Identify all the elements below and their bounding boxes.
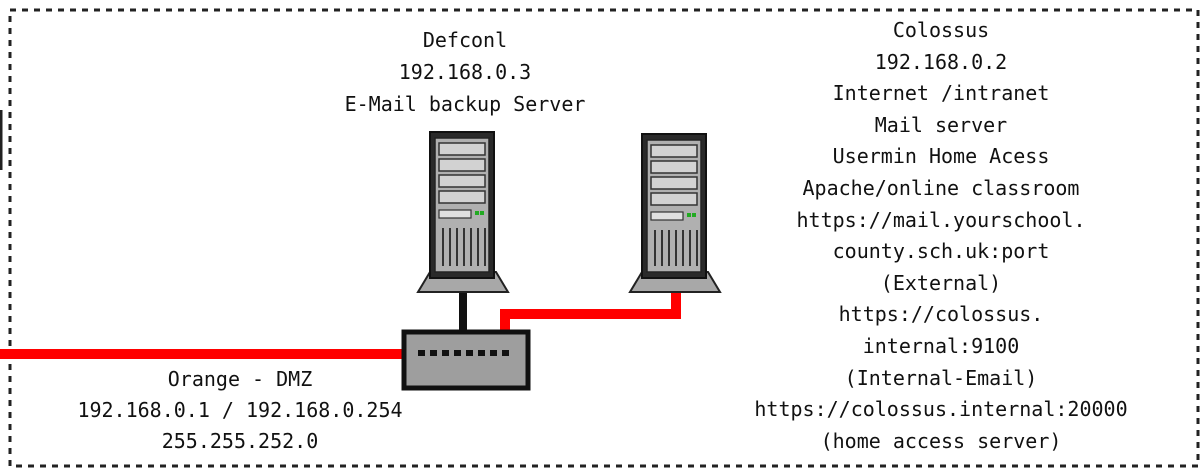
dmz-ip-range: 192.168.0.1 / 192.168.0.254 bbox=[77, 398, 403, 422]
defcon-name: Defconl bbox=[422, 28, 508, 52]
colossus-role-usermin: Usermin Home Acess bbox=[832, 144, 1050, 169]
colossus-role-apache: Apache/online classroom bbox=[802, 175, 1080, 200]
colossus-link bbox=[500, 288, 681, 332]
defcon-label: Defconl 192.168.0.3 E-Mail backup Server bbox=[330, 24, 600, 120]
dmz-label: Orange - DMZ 192.168.0.1 / 192.168.0.254… bbox=[40, 364, 440, 457]
colossus-url-external-note: (External) bbox=[880, 270, 1002, 295]
colossus-url-external-2: county.sch.uk:port bbox=[832, 239, 1050, 264]
colossus-label: Colossus 192.168.0.2 Internet /intranet … bbox=[726, 15, 1156, 457]
colossus-url-external-1: https://mail.yourschool. bbox=[796, 207, 1086, 232]
defcon-server-icon bbox=[416, 131, 510, 293]
colossus-url-home-note: (home access server) bbox=[820, 428, 1062, 453]
colossus-role-mail: Mail server bbox=[874, 112, 1008, 137]
dmz-netmask: 255.255.252.0 bbox=[161, 429, 319, 453]
colossus-name: Colossus bbox=[892, 18, 990, 42]
defcon-role: E-Mail backup Server bbox=[344, 92, 586, 116]
defcon-ip: 192.168.0.3 bbox=[398, 60, 532, 84]
colossus-url-internal-1: https://colossus. bbox=[838, 302, 1044, 327]
colossus-url-home: https://colossus.internal:20000 bbox=[754, 397, 1128, 422]
colossus-url-internal-2: internal:9100 bbox=[862, 333, 1020, 358]
colossus-ip: 192.168.0.2 bbox=[874, 49, 1008, 74]
colossus-server-icon bbox=[628, 133, 722, 293]
colossus-role-internet: Internet /intranet bbox=[832, 81, 1050, 106]
colossus-url-internal-note: (Internal-Email) bbox=[844, 365, 1038, 390]
dmz-name: Orange - DMZ bbox=[167, 367, 313, 391]
